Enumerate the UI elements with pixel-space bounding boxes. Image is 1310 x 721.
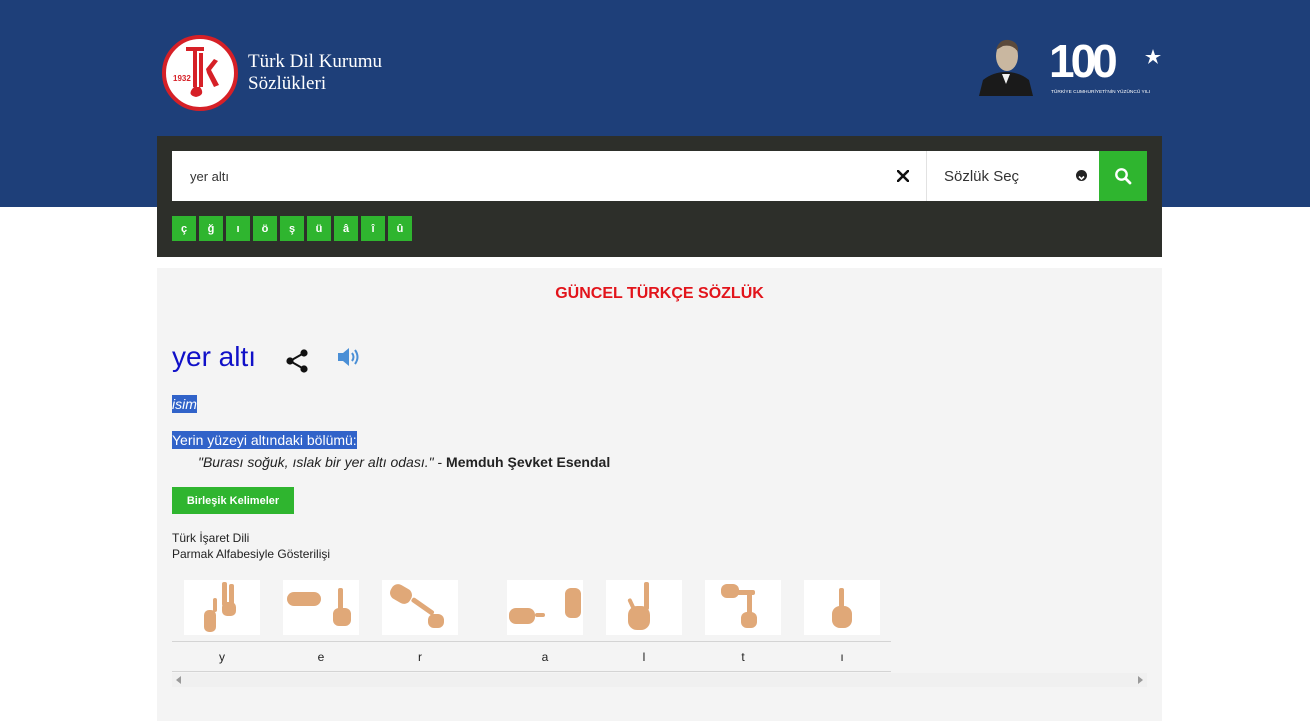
definition: Yerin yüzeyi altındaki bölümü: bbox=[172, 431, 357, 449]
close-icon bbox=[897, 170, 909, 182]
char-button[interactable]: û bbox=[388, 216, 412, 241]
speaker-icon[interactable] bbox=[336, 346, 362, 368]
centennial-100-logo-icon: 100 TÜRKİYE CUMHURİYETİ'NİN YÜZÜNCÜ YILI bbox=[1049, 35, 1161, 95]
char-button[interactable]: ı bbox=[226, 216, 250, 241]
chevron-down-icon bbox=[1076, 170, 1087, 181]
sign-language-title: Türk İşaret Dili bbox=[172, 531, 250, 545]
hand-sign-r-icon bbox=[382, 580, 458, 635]
example-author: Memduh Şevket Esendal bbox=[446, 454, 611, 470]
char-button[interactable]: ö bbox=[253, 216, 277, 241]
brand-subtitle: Sözlükleri bbox=[248, 73, 327, 94]
hand-sign-dotless-i-icon bbox=[804, 580, 880, 635]
sign-letter-label: r bbox=[418, 650, 422, 664]
centennial-caption: TÜRKİYE CUMHURİYETİ'NİN YÜZÜNCÜ YILI bbox=[1051, 88, 1150, 95]
char-button[interactable]: ş bbox=[280, 216, 304, 241]
hand-sign-y-icon bbox=[184, 580, 260, 635]
char-button[interactable]: î bbox=[361, 216, 385, 241]
char-button[interactable]: ç bbox=[172, 216, 196, 241]
special-char-bar: ç ğ ı ö ş ü â î û bbox=[172, 216, 412, 241]
headword: yer altı bbox=[172, 341, 257, 372]
sign-letter-label: ı bbox=[840, 650, 844, 664]
char-button[interactable]: ğ bbox=[199, 216, 223, 241]
divider bbox=[172, 641, 891, 642]
divider bbox=[172, 671, 891, 672]
example-separator: - bbox=[433, 454, 447, 470]
ataturk-portrait-icon bbox=[973, 34, 1039, 96]
dictionary-select-value: Sözlük Seç bbox=[944, 167, 1020, 185]
search-panel: yer altı Sözlük Seç ç ğ ı ö ş ü â î û bbox=[157, 136, 1162, 257]
hand-sign-e-icon bbox=[283, 580, 359, 635]
example-sentence: "Burası soğuk, ıslak bir yer altı odası.… bbox=[198, 454, 610, 470]
search-icon bbox=[1115, 168, 1132, 185]
char-button[interactable]: â bbox=[334, 216, 358, 241]
centennial-text: 100 bbox=[1049, 35, 1116, 87]
dictionary-select[interactable]: Sözlük Seç bbox=[926, 151, 1099, 201]
sign-language-subtitle: Parmak Alfabesiyle Gösterilişi bbox=[172, 547, 331, 561]
example-quote: "Burası soğuk, ıslak bir yer altı odası.… bbox=[198, 454, 434, 470]
hand-sign-l-icon bbox=[606, 580, 682, 635]
horizontal-scrollbar[interactable] bbox=[172, 673, 1147, 687]
tdk-logo-icon: 1932 bbox=[162, 35, 238, 111]
char-button[interactable]: ü bbox=[307, 216, 331, 241]
dictionary-title: GÜNCEL TÜRKÇE SÖZLÜK bbox=[555, 285, 764, 302]
result-card: GÜNCEL TÜRKÇE SÖZLÜK yer altı isim Yerin… bbox=[157, 268, 1162, 721]
brand-title: Türk Dil Kurumu bbox=[248, 51, 383, 72]
sign-letter-label: y bbox=[219, 650, 225, 664]
sign-letter-label: e bbox=[317, 650, 325, 664]
part-of-speech: isim bbox=[172, 395, 197, 413]
hand-sign-t-icon bbox=[705, 580, 781, 635]
scroll-right-arrow-icon[interactable] bbox=[1138, 676, 1143, 684]
compound-words-button[interactable]: Birleşik Kelimeler bbox=[172, 487, 294, 514]
share-icon[interactable] bbox=[285, 348, 309, 374]
sign-letter-label: t bbox=[741, 650, 745, 664]
search-input[interactable]: yer altı bbox=[172, 151, 880, 201]
sign-language-label: Türk İşaret Dili Parmak Alfabesiyle Göst… bbox=[172, 530, 330, 562]
logo-year: 1932 bbox=[173, 74, 191, 83]
clear-search-button[interactable] bbox=[880, 151, 926, 201]
sign-letter-label: a bbox=[541, 650, 549, 664]
scroll-left-arrow-icon[interactable] bbox=[176, 676, 181, 684]
hand-sign-a-icon bbox=[507, 580, 583, 635]
search-button[interactable] bbox=[1099, 151, 1147, 201]
sign-letter-label: l bbox=[642, 650, 646, 664]
fingerspelling-strip: y e r a l t ı bbox=[172, 580, 891, 672]
brand-logo-link[interactable]: 1932 Türk Dil Kurumu Sözlükleri bbox=[162, 35, 382, 111]
